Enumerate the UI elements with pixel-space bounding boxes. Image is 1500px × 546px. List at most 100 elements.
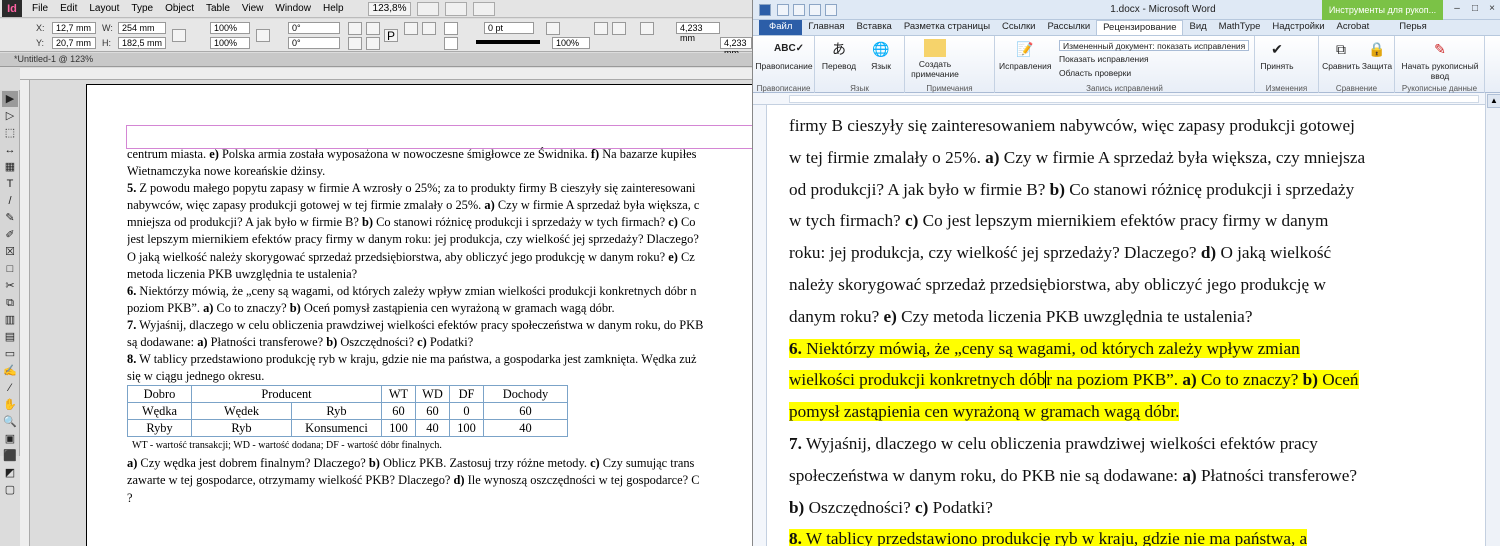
tab-7[interactable]: Вид bbox=[1183, 20, 1212, 35]
rotate-ccw-icon[interactable] bbox=[366, 22, 380, 35]
h-field[interactable]: 182,5 mm bbox=[118, 37, 166, 49]
menu-item-table[interactable]: Table bbox=[200, 3, 236, 14]
flip-h-icon[interactable] bbox=[348, 37, 362, 50]
tool-icon[interactable]: ⬛ bbox=[2, 448, 18, 464]
scale-y-field[interactable]: 100% bbox=[210, 37, 250, 49]
minimize-icon[interactable]: – bbox=[1449, 2, 1465, 16]
select-content-icon[interactable] bbox=[422, 22, 436, 35]
tool-icon[interactable]: ⁄ bbox=[2, 380, 18, 396]
tab-0[interactable]: Файл bbox=[759, 20, 803, 35]
word-document-body[interactable]: firmy B cieszyły się zainteresowaniem na… bbox=[789, 110, 1449, 546]
dim1-field[interactable]: 4,233 mm bbox=[676, 22, 720, 43]
shadow-icon[interactable] bbox=[612, 22, 626, 35]
tab-11[interactable]: Перья bbox=[1393, 20, 1433, 35]
tool-icon[interactable]: ▶ bbox=[2, 91, 18, 107]
menu-item-window[interactable]: Window bbox=[269, 3, 317, 14]
display-for-review-select[interactable]: Измененный документ: показать исправлени… bbox=[1059, 40, 1250, 51]
translate-button[interactable]: あ Перевод bbox=[817, 39, 861, 71]
accept-button[interactable]: ✔ Принять bbox=[1257, 39, 1297, 71]
tab-2[interactable]: Вставка bbox=[851, 20, 898, 35]
opacity-field[interactable]: 100% bbox=[552, 37, 590, 49]
shear-field[interactable]: 0° bbox=[288, 37, 340, 49]
scale-x-field[interactable]: 100% bbox=[210, 22, 250, 34]
menu-item-object[interactable]: Object bbox=[159, 3, 200, 14]
tool-icon[interactable]: ☒ bbox=[2, 244, 18, 260]
tool-icon[interactable]: ✐ bbox=[2, 227, 18, 243]
tab-3[interactable]: Разметка страницы bbox=[898, 20, 996, 35]
qat-customize-icon[interactable] bbox=[825, 4, 837, 16]
rotate-cw-icon[interactable] bbox=[348, 22, 362, 35]
start-inking-button[interactable]: ✎ Начать рукописный ввод bbox=[1399, 39, 1481, 81]
menu-item-view[interactable]: View bbox=[236, 3, 270, 14]
new-comment-button[interactable]: Создать примечание bbox=[907, 39, 963, 79]
tool-icon[interactable]: ◩ bbox=[2, 465, 18, 481]
scroll-up-icon[interactable]: ▲ bbox=[1487, 94, 1500, 108]
vertical-scrollbar[interactable]: ▲ bbox=[1485, 93, 1500, 546]
menu-item-type[interactable]: Type bbox=[125, 3, 159, 14]
tool-icon[interactable]: ▭ bbox=[2, 346, 18, 362]
undo-icon[interactable] bbox=[793, 4, 805, 16]
tab-5[interactable]: Рассылки bbox=[1041, 20, 1096, 35]
w-field[interactable]: 254 mm bbox=[118, 22, 166, 34]
language-button[interactable]: 🌐 Язык bbox=[861, 39, 901, 71]
tool-icon[interactable]: ▤ bbox=[2, 329, 18, 345]
show-markup-dropdown[interactable]: Показать исправления bbox=[1059, 54, 1149, 65]
tab-8[interactable]: MathType bbox=[1213, 20, 1267, 35]
tool-icon[interactable]: T bbox=[2, 176, 18, 192]
menu-item-file[interactable]: File bbox=[26, 3, 54, 14]
save-icon[interactable] bbox=[777, 4, 789, 16]
tool-icon[interactable]: ▷ bbox=[2, 108, 18, 124]
close-icon[interactable]: × bbox=[1484, 2, 1500, 16]
track-changes-button[interactable]: 📝 Исправления bbox=[999, 39, 1051, 71]
tab-1[interactable]: Главная bbox=[802, 20, 850, 35]
tool-icon[interactable]: ↔ bbox=[2, 142, 18, 158]
fill-swatch-icon[interactable] bbox=[444, 22, 458, 35]
stroke-weight-field[interactable]: 0 pt bbox=[484, 22, 534, 34]
tool-icon[interactable]: □ bbox=[2, 261, 18, 277]
tab-10[interactable]: Acrobat bbox=[1331, 20, 1376, 35]
stroke-type-line[interactable] bbox=[476, 40, 540, 44]
tool-icon[interactable]: ⧉ bbox=[2, 295, 18, 311]
tool-icon[interactable]: ▦ bbox=[2, 159, 18, 175]
tool-icon[interactable]: ▣ bbox=[2, 431, 18, 447]
tool-icon[interactable]: ✋ bbox=[2, 397, 18, 413]
p-icon[interactable]: P bbox=[384, 29, 398, 42]
text-wrap-icon[interactable] bbox=[594, 22, 608, 35]
y-field[interactable]: 20,7 mm bbox=[52, 37, 96, 49]
dim2-field[interactable]: 4,233 mm bbox=[720, 37, 752, 58]
tab-9[interactable]: Надстройки bbox=[1266, 20, 1330, 35]
tool-icon[interactable]: ⬚ bbox=[2, 125, 18, 141]
x-field[interactable]: 12,7 mm bbox=[52, 22, 96, 34]
constrain-proportions-icon[interactable] bbox=[172, 29, 186, 42]
tab-4[interactable]: Ссылки bbox=[996, 20, 1041, 35]
zoom-level[interactable]: 123,8% bbox=[367, 1, 412, 16]
select-container-icon[interactable] bbox=[404, 22, 418, 35]
screen-mode-button[interactable] bbox=[445, 1, 468, 16]
document-tab[interactable]: *Untitled-1 @ 123% bbox=[0, 53, 752, 67]
compare-button[interactable]: ⧉ Сравнить bbox=[1321, 39, 1361, 71]
tool-icon[interactable]: ✎ bbox=[2, 210, 18, 226]
redo-icon[interactable] bbox=[809, 4, 821, 16]
menu-item-layout[interactable]: Layout bbox=[83, 3, 125, 14]
stroke-swatch-icon[interactable] bbox=[444, 37, 458, 50]
rotate-field[interactable]: 0° bbox=[288, 22, 340, 34]
tool-icon[interactable]: / bbox=[2, 193, 18, 209]
tool-icon[interactable]: ✂ bbox=[2, 278, 18, 294]
protect-button[interactable]: 🔒 Защита bbox=[1361, 39, 1393, 71]
tool-icon[interactable]: ✍ bbox=[2, 363, 18, 379]
reviewing-pane-dropdown[interactable]: Область проверки bbox=[1059, 68, 1131, 79]
tool-icon[interactable]: ▥ bbox=[2, 312, 18, 328]
maximize-icon[interactable]: □ bbox=[1467, 2, 1483, 16]
corner-icon[interactable] bbox=[640, 22, 654, 35]
menu-item-edit[interactable]: Edit bbox=[54, 3, 83, 14]
menu-item-help[interactable]: Help bbox=[317, 3, 350, 14]
view-options-button[interactable] bbox=[417, 1, 440, 16]
indesign-text-frame[interactable]: centrum miasta. e) Polska armia została … bbox=[127, 146, 752, 546]
arrange-documents-button[interactable] bbox=[473, 1, 496, 16]
flip-v-icon[interactable] bbox=[366, 37, 380, 50]
tool-icon[interactable]: 🔍 bbox=[2, 414, 18, 430]
tool-icon[interactable]: ▢ bbox=[2, 482, 18, 498]
spelling-button[interactable]: ABC✓ Правописание bbox=[755, 39, 813, 71]
effects-icon[interactable] bbox=[546, 22, 560, 35]
tab-6[interactable]: Рецензирование bbox=[1096, 20, 1184, 35]
